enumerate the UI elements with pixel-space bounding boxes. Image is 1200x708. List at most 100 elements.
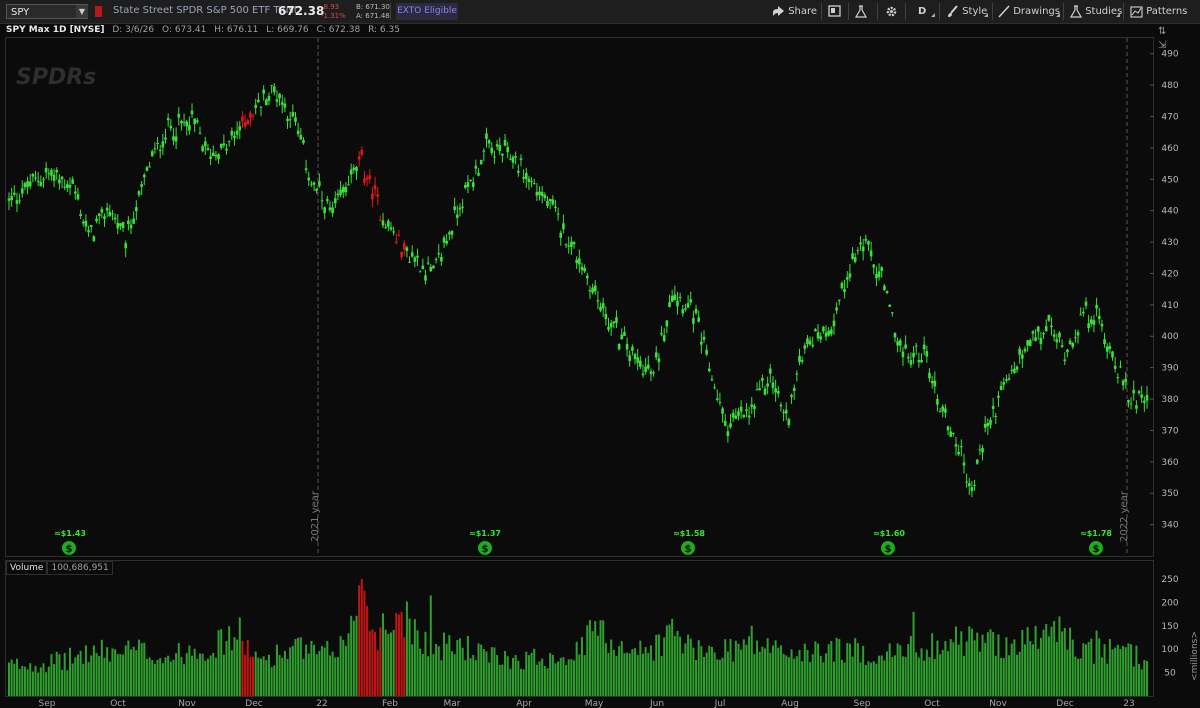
- volume-bar: [734, 640, 737, 696]
- volume-bar: [904, 656, 907, 696]
- dividend-marker[interactable]: ≈$1.60 $: [873, 529, 905, 555]
- candle-body: [384, 227, 387, 229]
- candle-body: [376, 194, 380, 197]
- candle-body: [257, 99, 260, 103]
- candle-body: [670, 295, 674, 302]
- candle-body: [251, 115, 255, 117]
- svg-text:$: $: [685, 544, 692, 555]
- volume-bar: [567, 659, 570, 696]
- volume-bar: [411, 644, 414, 696]
- volume-bar: [583, 655, 586, 696]
- candle-body: [495, 144, 499, 147]
- volume-bar: [580, 637, 583, 696]
- volume-bar: [920, 648, 923, 696]
- volume-bar: [822, 662, 825, 696]
- candle-body: [835, 307, 838, 311]
- volume-bar: [161, 663, 164, 696]
- candle-body: [288, 119, 292, 121]
- volume-bar: [1143, 660, 1146, 696]
- candle-body: [1071, 342, 1075, 347]
- volume-bar: [636, 655, 639, 696]
- candle-body: [161, 141, 165, 148]
- volume-bar: [604, 643, 607, 696]
- volume-bar: [634, 648, 637, 696]
- price-tick-label: 490: [1161, 50, 1178, 60]
- price-tick-label: 360: [1161, 458, 1178, 468]
- dividend-marker[interactable]: ≈$1.58 $: [673, 529, 705, 555]
- volume-bar: [209, 655, 212, 696]
- spdr-watermark: SPDRs: [16, 65, 96, 90]
- candle-body: [326, 199, 329, 202]
- volume-bar: [108, 661, 111, 696]
- candle-body: [930, 380, 934, 384]
- volume-bar: [270, 667, 273, 696]
- candle-body: [646, 364, 650, 369]
- candle-body: [198, 132, 202, 134]
- volume-bar: [756, 640, 759, 696]
- candle-body: [15, 200, 19, 204]
- candle-body: [81, 221, 85, 224]
- volume-bar: [1124, 647, 1127, 696]
- volume-bar: [641, 653, 644, 696]
- candle-body: [180, 120, 183, 124]
- collapse-arrows-icon[interactable]: ⇅: [1158, 26, 1166, 37]
- candle-body: [904, 344, 907, 349]
- candle-body: [782, 411, 785, 414]
- volume-bar: [835, 637, 838, 696]
- volume-bar: [870, 662, 873, 696]
- volume-bar: [697, 640, 700, 696]
- volume-bar: [700, 646, 703, 696]
- volume-bar: [912, 611, 915, 696]
- candle-body: [1031, 331, 1035, 334]
- price-tick-label: 410: [1161, 301, 1178, 311]
- volume-bar: [315, 654, 318, 696]
- candle-body: [511, 156, 515, 163]
- candle-body: [238, 126, 242, 131]
- candle-body: [623, 332, 626, 336]
- volume-bar: [809, 662, 812, 696]
- expand-arrows-icon[interactable]: ⇲: [1158, 40, 1167, 51]
- candle-body: [705, 349, 708, 355]
- volume-bar: [1016, 654, 1019, 696]
- candle-body: [803, 345, 807, 349]
- volume-bar: [764, 648, 767, 696]
- candle-body: [400, 251, 403, 258]
- dividend-marker[interactable]: ≈$1.43 $: [54, 529, 86, 555]
- candle-body: [893, 332, 897, 338]
- volume-bar: [116, 654, 119, 696]
- volume-bar: [95, 653, 98, 696]
- candle-body: [808, 340, 812, 345]
- candle-body: [312, 182, 316, 185]
- volume-bar: [570, 659, 573, 696]
- dividend-marker[interactable]: ≈$1.78 $: [1080, 529, 1112, 555]
- price-chart[interactable]: SPDRs 490 480 470 460 450 440 430 420 410 400 390 3…: [0, 0, 1200, 708]
- volume-bar: [371, 629, 374, 696]
- candle-body: [1140, 394, 1143, 398]
- volume-bar: [801, 661, 804, 696]
- candle-body: [373, 185, 377, 190]
- volume-bar: [862, 645, 865, 696]
- volume-bar: [703, 656, 706, 696]
- candle-body: [827, 330, 830, 336]
- volume-bar: [405, 601, 408, 696]
- candle-body: [246, 120, 250, 125]
- volume-bar: [941, 649, 944, 696]
- volume-bar: [514, 655, 517, 696]
- candle-body: [585, 275, 589, 279]
- volume-bar: [299, 637, 302, 696]
- candle-body: [580, 266, 584, 270]
- candle-body: [331, 207, 334, 214]
- volume-bar: [1122, 645, 1125, 696]
- volume-bar: [122, 654, 125, 696]
- volume-label[interactable]: Volume: [6, 561, 48, 575]
- volume-bar: [795, 656, 798, 696]
- dividend-marker[interactable]: ≈$1.37 $: [469, 529, 501, 555]
- volume-bar: [989, 629, 992, 696]
- volume-bar: [856, 643, 859, 696]
- candle-body: [899, 340, 902, 346]
- candle-body: [363, 178, 366, 183]
- candle-body: [291, 112, 295, 117]
- candle-body: [270, 85, 273, 87]
- volume-bar: [588, 620, 591, 696]
- candle-body: [1103, 339, 1106, 345]
